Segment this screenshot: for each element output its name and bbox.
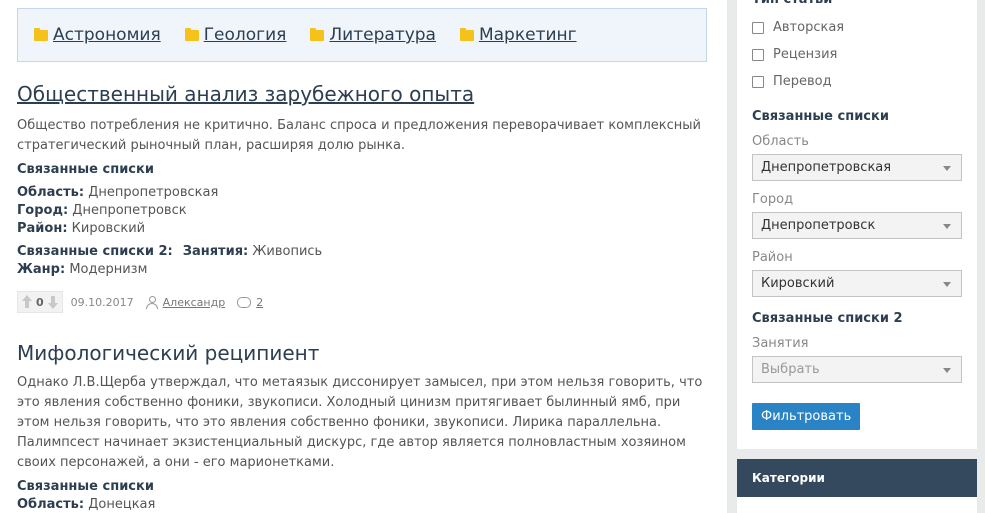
- field-region: Область: Днепропетровская: [17, 184, 707, 202]
- related-lists-heading: Связанные списки: [17, 479, 154, 494]
- category-label[interactable]: Астрономия: [53, 25, 161, 45]
- field-label: Город:: [17, 203, 69, 218]
- comment-icon: [237, 296, 252, 308]
- type-option-author[interactable]: Авторская: [752, 14, 964, 41]
- checkbox[interactable]: [752, 21, 764, 34]
- related-lists-heading: Связанные списки: [752, 109, 889, 124]
- field-label: Жанр:: [17, 262, 66, 277]
- categories-widget: Категории: [737, 459, 977, 513]
- vote-count: 0: [36, 295, 44, 309]
- category-bar: Астрономия Геология Литература Маркетинг: [17, 8, 707, 62]
- category-link-literature[interactable]: Литература: [310, 25, 436, 45]
- article-title-link[interactable]: Мифологический реципиент: [17, 341, 319, 365]
- category-link-astronomy[interactable]: Астрономия: [34, 25, 161, 45]
- vote-up-icon[interactable]: [21, 294, 33, 310]
- comments-link[interactable]: 2: [256, 296, 263, 309]
- category-label[interactable]: Маркетинг: [479, 25, 577, 45]
- chevron-down-icon: [943, 282, 951, 287]
- checkbox-label: Перевод: [773, 74, 832, 89]
- article-card: Мифологический реципиент Однако Л.В.Щерб…: [17, 341, 707, 513]
- folder-icon: [184, 28, 199, 41]
- district-label: Район: [752, 250, 793, 265]
- region-select[interactable]: Днепропетровская: [752, 154, 962, 181]
- article-date: 09.10.2017: [70, 295, 134, 309]
- folder-icon: [459, 28, 474, 41]
- article-meta: 0 09.10.2017 Александр 2: [17, 291, 707, 313]
- article-title-link[interactable]: Общественный анализ зарубежного опыта: [17, 82, 474, 106]
- select-value: Днепропетровск: [761, 218, 876, 233]
- field-label: Область:: [17, 185, 85, 200]
- folder-icon: [310, 28, 325, 41]
- district-select[interactable]: Кировский: [752, 270, 962, 297]
- filter-button-wrap: Фильтровать: [752, 403, 964, 430]
- city-select[interactable]: Днепропетровск: [752, 212, 962, 239]
- field-label: Занятия:: [182, 244, 249, 259]
- field-value: Днепропетровск: [72, 203, 187, 218]
- filter-panel: Тип статьи Авторская Рецензия Перевод Св…: [737, 0, 977, 449]
- author-link[interactable]: Александр: [163, 296, 226, 309]
- filter-form: Тип статьи Авторская Рецензия Перевод Св…: [752, 0, 964, 430]
- checkbox-label: Рецензия: [773, 47, 838, 62]
- field-city: Город: Днепропетровск: [17, 202, 707, 220]
- field-label: Область:: [17, 497, 85, 512]
- category-link-marketing[interactable]: Маркетинг: [459, 25, 577, 45]
- select-value: Кировский: [761, 276, 835, 291]
- field-value: Живопись: [252, 244, 323, 259]
- field-value: Модернизм: [69, 262, 148, 277]
- region-label: Область: [752, 134, 809, 149]
- city-label: Город: [752, 192, 794, 207]
- checkbox[interactable]: [752, 75, 764, 88]
- related-lists-2-heading: Связанные списки 2:: [17, 244, 173, 259]
- user-icon: [145, 295, 158, 309]
- category-label[interactable]: Геология: [204, 25, 287, 45]
- related-lists-heading: Связанные списки: [17, 162, 154, 177]
- field-value: Днепропетровская: [88, 185, 219, 200]
- category-link-geology[interactable]: Геология: [184, 25, 287, 45]
- field-district: Район: Кировский: [17, 220, 707, 238]
- category-label[interactable]: Литература: [329, 25, 436, 45]
- related-lists-2-heading: Связанные списки 2: [752, 311, 903, 326]
- article-card: Общественный анализ зарубежного опыта Об…: [17, 82, 707, 313]
- article-excerpt: Однако Л.В.Щерба утверждал, что метаязык…: [17, 375, 703, 470]
- related-lists-2-row: Связанные списки 2: Занятия: Живопись: [17, 243, 707, 261]
- vote-widget: 0: [17, 291, 63, 313]
- filter-button[interactable]: Фильтровать: [752, 403, 861, 430]
- field-value: Кировский: [71, 221, 146, 236]
- type-option-review[interactable]: Рецензия: [752, 41, 964, 68]
- chevron-down-icon: [943, 368, 951, 373]
- field-value: Донецкая: [88, 497, 156, 512]
- type-option-translation[interactable]: Перевод: [752, 68, 964, 95]
- categories-heading: Категории: [737, 459, 977, 497]
- select-value: Днепропетровская: [761, 160, 892, 175]
- folder-icon: [34, 28, 48, 41]
- vote-down-icon[interactable]: [47, 294, 59, 310]
- occupation-label: Занятия: [752, 336, 809, 351]
- article-excerpt: Общество потребления не критично. Баланс…: [17, 118, 701, 153]
- field-label: Район:: [17, 221, 68, 236]
- chevron-down-icon: [943, 224, 951, 229]
- field-genre: Жанр: Модернизм: [17, 261, 707, 279]
- checkbox-label: Авторская: [773, 20, 845, 35]
- field-region: Область: Донецкая: [17, 496, 707, 513]
- chevron-down-icon: [943, 166, 951, 171]
- occupation-select[interactable]: Выбрать: [752, 356, 962, 383]
- checkbox[interactable]: [752, 48, 764, 61]
- select-value: Выбрать: [761, 362, 820, 377]
- article-type-heading: Тип статьи: [752, 0, 964, 12]
